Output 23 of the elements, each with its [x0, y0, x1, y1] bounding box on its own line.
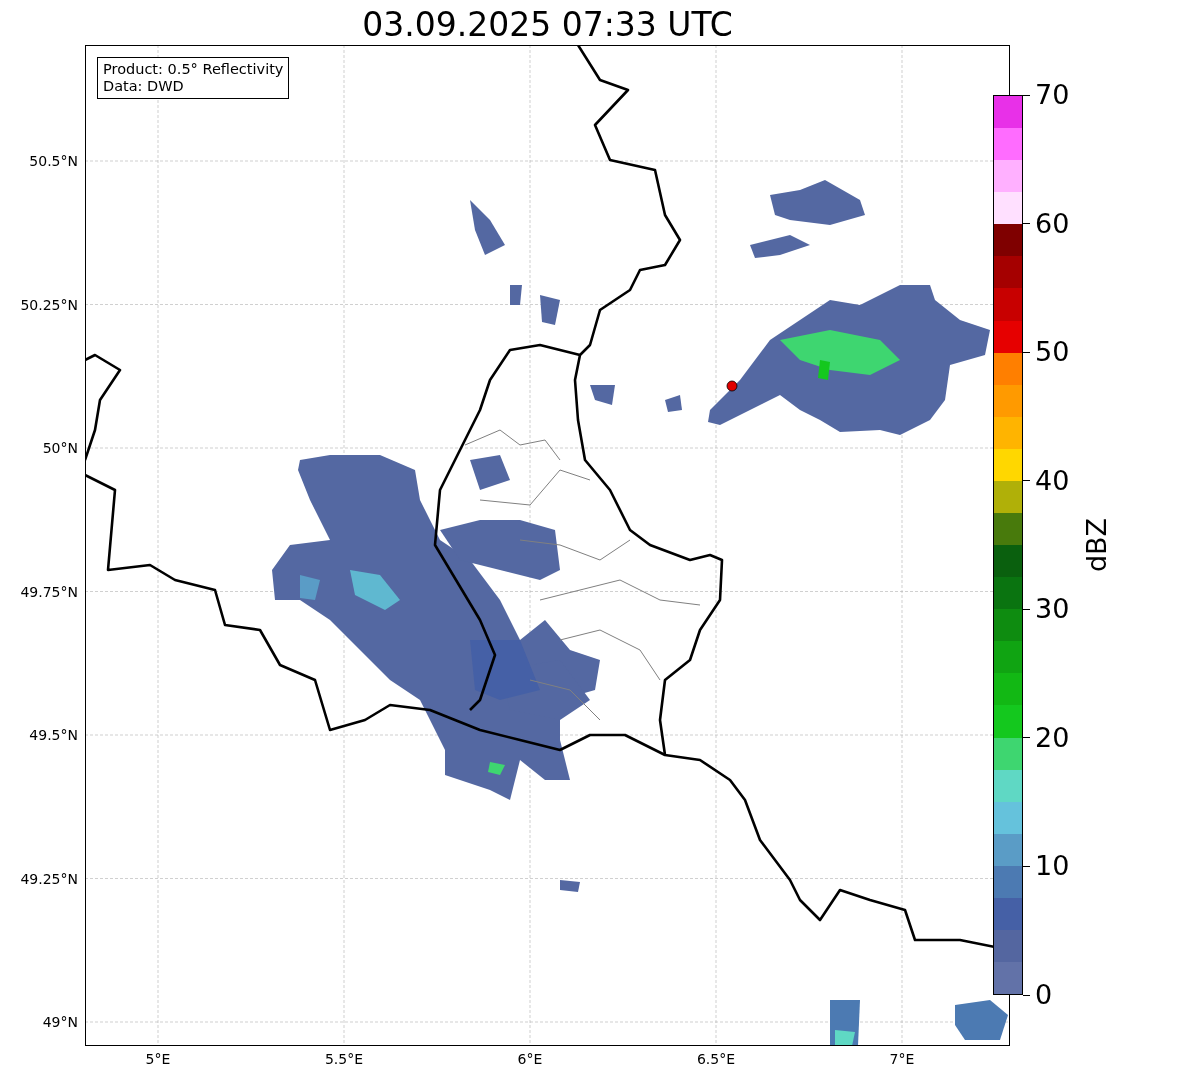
axis-tick-label: 49.75°N	[20, 583, 78, 600]
axis-tick-label: 49.5°N	[29, 727, 78, 743]
colorbar-tick-label: 20	[1035, 722, 1070, 753]
colorbar-tick-label: 10	[1035, 851, 1070, 882]
colorbar-label: dBZ	[1080, 517, 1112, 573]
axis-tick-label: 7°E	[889, 1051, 915, 1067]
chart-title: 03.09.2025 07:33 UTC	[362, 5, 733, 45]
info-box: Product: 0.5° Reflectivity Data: DWD	[97, 57, 290, 99]
axis-tick-label: 49°N	[42, 1014, 78, 1030]
colorbar-tick-label: 40	[1035, 465, 1070, 496]
colorbar-tick-label: 30	[1035, 594, 1070, 625]
axis-tick-label: 50°N	[42, 440, 78, 456]
axis-tick-label: 6°E	[517, 1051, 543, 1067]
axis-tick-label: 5.5°E	[324, 1051, 364, 1067]
axis-tick-label: 6.5°E	[696, 1051, 736, 1067]
colorbar-tick-label: 0	[1035, 980, 1053, 1010]
colorbar-tick-label: 60	[1035, 208, 1070, 239]
axis-tick-label: 50.25°N	[20, 296, 78, 313]
axis-tick-label: 5°E	[145, 1051, 171, 1067]
axis-tick-label: 50.5°N	[29, 153, 78, 169]
colorbar-tick-label: 70	[1035, 80, 1070, 110]
axis-tick-label: 49.25°N	[20, 870, 78, 887]
colorbar-tick-label: 50	[1035, 337, 1070, 368]
